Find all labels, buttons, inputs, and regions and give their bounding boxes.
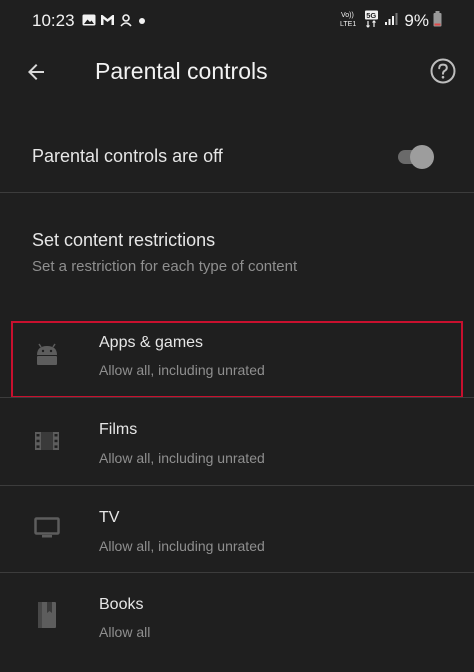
help-circle-icon [430,58,456,84]
row-title: Books [99,596,144,613]
volte-icon: Vo)) LTE1 [340,10,360,31]
row-subtitle: Allow all, including unrated [99,538,265,554]
help-button[interactable] [426,54,460,88]
battery-icon [433,11,442,30]
row-subtitle: Allow all [99,624,151,640]
switch-thumb [410,145,434,169]
gmail-icon [100,14,115,29]
back-button[interactable] [18,54,54,90]
5g-icon: 5G [364,10,380,31]
tv-icon [33,514,61,542]
svg-text:Vo)): Vo)) [341,12,354,19]
status-icons-left [82,13,147,30]
status-bar: 10:23 Vo)) LTE1 5G 9% [0,0,474,40]
highlight-annotation [11,321,463,398]
battery-percentage: 9% [404,10,429,30]
status-time: 10:23 [32,11,75,30]
book-icon [33,601,61,629]
signal-icon [384,12,398,29]
dot-icon [137,15,147,29]
parental-controls-switch[interactable] [396,145,434,169]
restrictions-title: Set content restrictions [32,230,216,250]
row-title: TV [99,509,120,526]
svg-text:LTE1: LTE1 [340,21,356,28]
arrow-back-icon [28,64,44,80]
image-icon [82,14,96,29]
restriction-row-books[interactable]: Books Allow all [0,573,474,659]
svg-text:5G: 5G [367,11,377,20]
restrictions-subtitle: Set a restriction for each type of conte… [32,258,298,275]
parental-controls-label: Parental controls are off [32,146,223,166]
divider [0,192,474,193]
parental-controls-toggle-row[interactable]: Parental controls are off [0,118,474,192]
restriction-row-tv[interactable]: TV Allow all, including unrated [0,486,474,572]
row-title: Films [99,421,138,438]
row-subtitle: Allow all, including unrated [99,450,265,466]
page-title: Parental controls [95,58,268,84]
notification-icon [119,13,133,30]
status-icons-right: Vo)) LTE1 5G 9% [340,10,442,31]
restriction-row-films[interactable]: Films Allow all, including unrated [0,398,474,484]
app-bar: Parental controls [0,40,474,106]
film-icon [33,427,61,455]
